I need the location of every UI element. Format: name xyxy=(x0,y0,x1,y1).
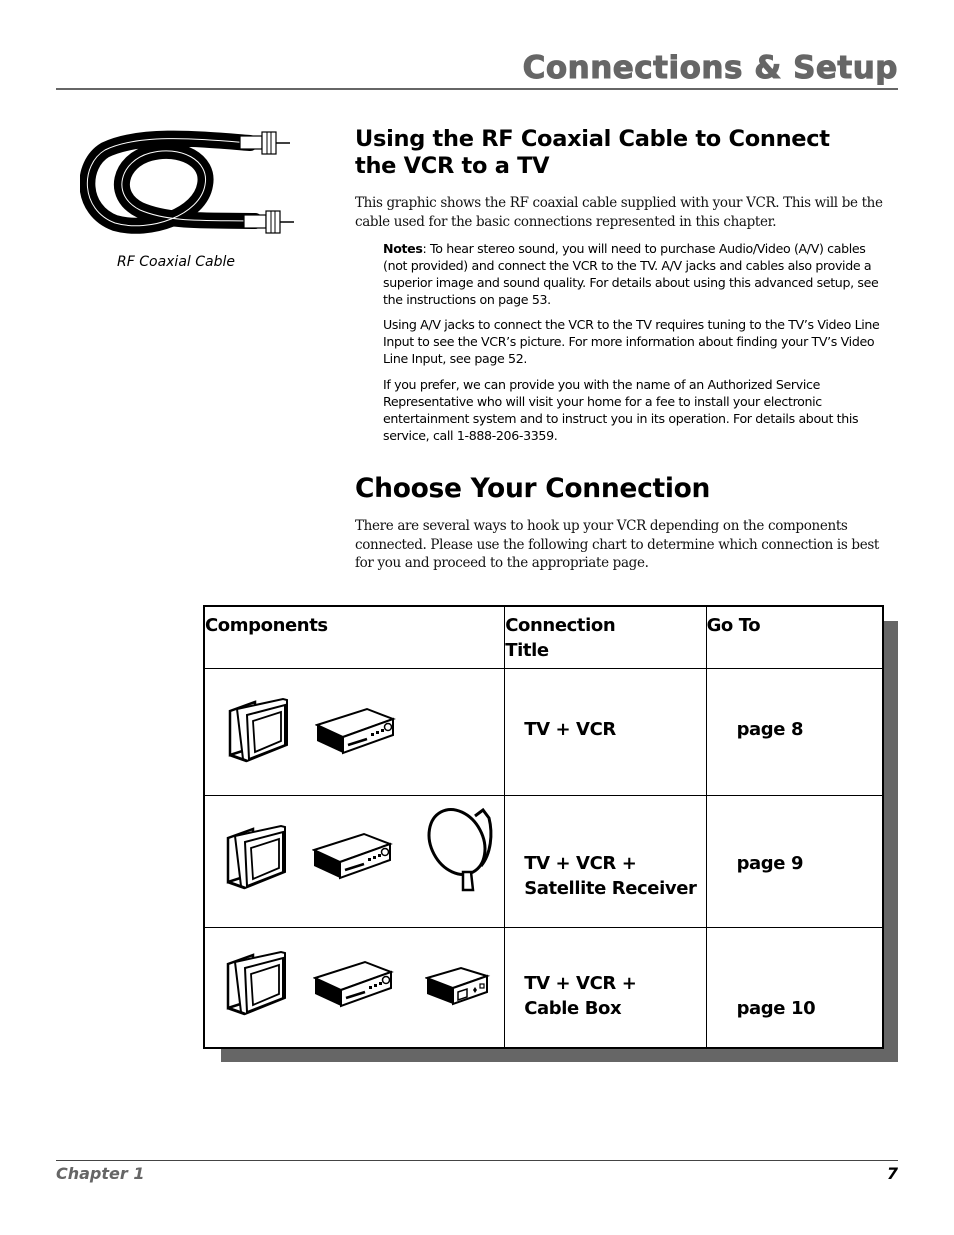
note-stereo-text: : To hear stereo sound, you will need to… xyxy=(383,241,879,307)
note-service: If you prefer, we can provide you with t… xyxy=(383,377,859,443)
table-header-row: Components Connection Title Go To xyxy=(203,605,884,669)
footer-page-number: 7 xyxy=(886,1164,898,1183)
go-to-cell: page 9 xyxy=(705,794,884,928)
vcr-icon xyxy=(315,707,396,754)
vcr-icon xyxy=(312,832,393,879)
header-divider xyxy=(56,88,898,90)
go-to-cell: page 8 xyxy=(705,667,884,796)
components-cell xyxy=(203,794,506,928)
page-header-title: Connections & Setup xyxy=(522,50,898,87)
section-heading-choose-connection: Choose Your Connection xyxy=(355,473,711,504)
tv-icon xyxy=(228,697,288,762)
vcr-icon xyxy=(313,960,394,1007)
connection-title-cell: TV + VCR xyxy=(504,667,707,796)
section-heading-rf-coaxial: Using the RF Coaxial Cable to Connect th… xyxy=(355,126,830,179)
coaxial-cable-icon xyxy=(80,130,294,234)
components-cell xyxy=(203,926,506,1049)
header-connection-title: Connection Title xyxy=(504,605,707,669)
satellite-dish-icon xyxy=(427,807,493,891)
go-to-page-link[interactable]: page 10 xyxy=(737,998,816,1019)
connection-title-cell: TV + VCR + Cable Box xyxy=(504,926,707,1049)
connection-title: TV + VCR xyxy=(524,718,616,740)
go-to-cell: page 10 xyxy=(705,926,884,1049)
connection-title-line-1: TV + VCR + xyxy=(524,972,637,994)
header-components: Components xyxy=(203,605,506,669)
go-to-page-link[interactable]: page 8 xyxy=(737,719,804,740)
rf-intro-paragraph: This graphic shows the RF coaxial cable … xyxy=(355,195,883,230)
table-shadow-right xyxy=(883,621,898,1062)
footer-chapter: Chapter 1 xyxy=(56,1164,145,1183)
table-row: TV + VCR + Cable Box page 10 xyxy=(203,926,884,1049)
connection-table: Components Connection Title Go To TV + V… xyxy=(203,605,884,1049)
connection-title-line-2: Cable Box xyxy=(524,997,622,1019)
header-title-line-1: Connection xyxy=(505,615,616,636)
table-row: TV + VCR + Satellite Receiver page 9 xyxy=(203,794,884,928)
header-title-line-2: Title xyxy=(505,640,549,661)
cable-caption: RF Coaxial Cable xyxy=(117,254,235,270)
header-go-to: Go To xyxy=(705,605,884,669)
components-cell xyxy=(203,667,506,796)
connection-title-cell: TV + VCR + Satellite Receiver xyxy=(504,794,707,928)
tv-icon xyxy=(226,950,286,1015)
choose-intro-paragraph: There are several ways to hook up your V… xyxy=(355,518,879,571)
cable-box-icon xyxy=(425,966,491,1005)
footer-divider xyxy=(56,1160,898,1161)
table-row: TV + VCR page 8 xyxy=(203,667,884,796)
go-to-page-link[interactable]: page 9 xyxy=(737,853,804,874)
notes-label: Notes xyxy=(383,241,423,256)
note-av-jacks: Using A/V jacks to connect the VCR to th… xyxy=(383,317,880,366)
tv-icon xyxy=(226,824,286,889)
table-shadow-bottom xyxy=(221,1048,898,1062)
connection-title-line-1: TV + VCR + xyxy=(524,852,637,874)
connection-title-line-2: Satellite Receiver xyxy=(524,877,697,899)
note-stereo: Notes: To hear stereo sound, you will ne… xyxy=(383,240,888,308)
